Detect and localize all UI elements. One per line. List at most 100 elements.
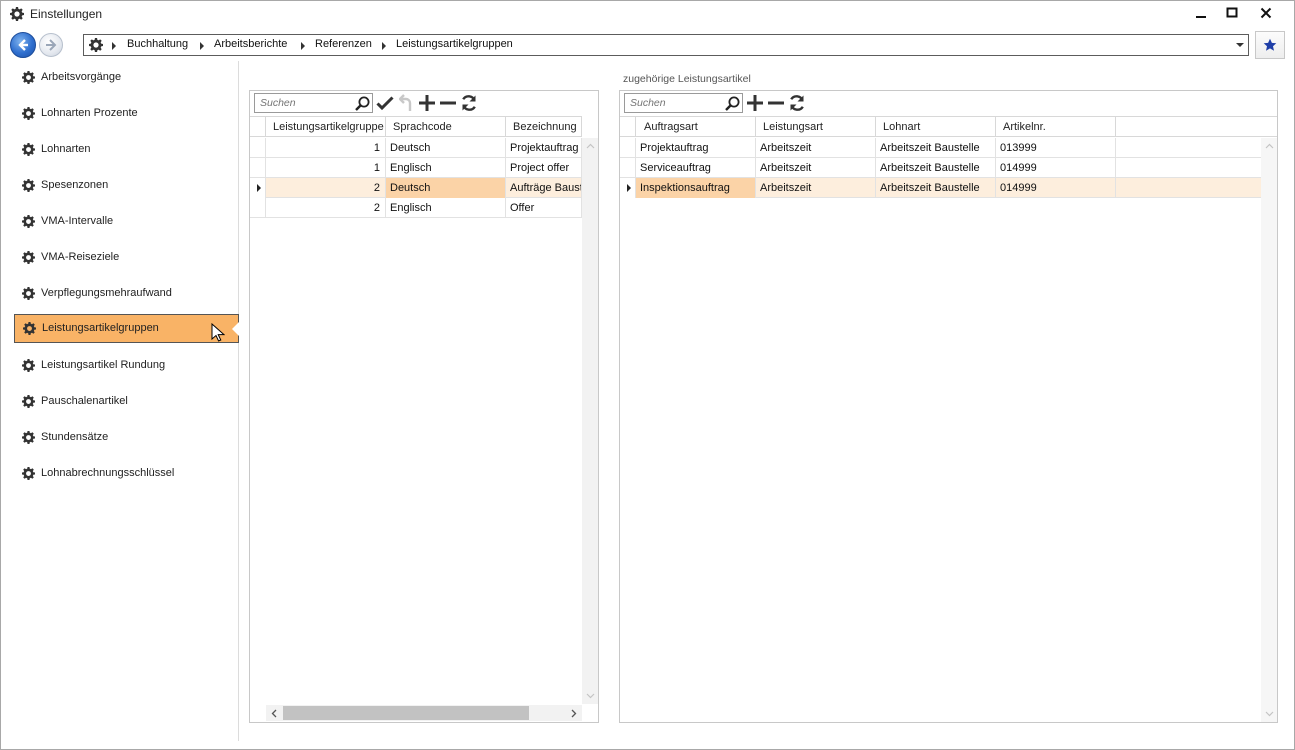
sidebar-item-verpflegungsmehraufwand[interactable]: Verpflegungsmehraufwand: [14, 279, 239, 308]
table-cell[interactable]: Arbeitszeit: [756, 158, 876, 178]
table-row[interactable]: 1 Englisch Project offer: [250, 158, 582, 178]
table-cell[interactable]: Arbeitszeit: [756, 178, 876, 198]
table-cell[interactable]: Serviceauftrag: [636, 158, 756, 178]
column-header[interactable]: Auftragsart: [636, 117, 756, 137]
forward-button[interactable]: [39, 33, 63, 57]
current-row-icon: [627, 184, 631, 192]
breadcrumb[interactable]: Buchhaltung Arbeitsberichte Referenzen L…: [83, 34, 1249, 56]
refresh-button[interactable]: [460, 94, 478, 112]
sidebar-item-stundensaetze[interactable]: Stundensätze: [14, 423, 239, 452]
table-row[interactable]: 1 Deutsch Projektauftrag: [250, 138, 582, 158]
scroll-down-button[interactable]: [582, 688, 598, 704]
column-header[interactable]: Lohnart: [876, 117, 996, 137]
table-row-selected[interactable]: 2 Deutsch Aufträge Baustelle: [250, 178, 582, 198]
sidebar-item-label: VMA-Reiseziele: [41, 251, 120, 263]
table-cell[interactable]: Arbeitszeit Baustelle: [876, 178, 996, 198]
back-button[interactable]: [10, 32, 36, 58]
undo-icon: [399, 94, 412, 111]
remove-button[interactable]: [767, 94, 785, 112]
scroll-up-button[interactable]: [1261, 138, 1277, 154]
sidebar-item-arbeitsvorgaenge[interactable]: Arbeitsvorgänge: [14, 63, 239, 92]
arrow-right-icon: [46, 39, 57, 51]
current-row-icon: [257, 184, 261, 192]
table-row[interactable]: Serviceauftrag Arbeitszeit Arbeitszeit B…: [620, 158, 1261, 178]
search-box[interactable]: [624, 93, 743, 113]
sidebar-item-leistungsartikelgruppen[interactable]: Leistungsartikelgruppen: [14, 314, 239, 343]
table-cell[interactable]: Projektauftrag: [506, 138, 582, 158]
gear-icon: [22, 107, 35, 120]
column-header[interactable]: Leistungsart: [756, 117, 876, 137]
column-header[interactable]: Leistungsartikelgruppe: [266, 117, 386, 137]
table-cell[interactable]: 1: [266, 138, 386, 158]
scrollbar-thumb[interactable]: [283, 706, 529, 720]
row-indicator: [250, 158, 266, 178]
breadcrumb-item[interactable]: Buchhaltung: [127, 38, 188, 50]
table-cell[interactable]: Arbeitszeit Baustelle: [876, 158, 996, 178]
table-cell[interactable]: 2: [266, 198, 386, 218]
row-indicator: [620, 138, 636, 158]
sidebar-item-lohnabrechnungsschluessel[interactable]: Lohnabrechnungsschlüssel: [14, 459, 239, 488]
column-header[interactable]: Sprachcode: [386, 117, 506, 137]
table-cell[interactable]: 014999: [996, 158, 1116, 178]
close-icon: [1260, 7, 1272, 19]
table-cell[interactable]: 014999: [996, 178, 1116, 198]
sidebar-item-lohnarten[interactable]: Lohnarten: [14, 135, 239, 164]
table-cell-focused[interactable]: Inspektionsauftrag: [636, 178, 756, 198]
table-cell[interactable]: Aufträge Baustelle: [506, 178, 582, 198]
search-icon[interactable]: [724, 95, 741, 112]
sidebar-item-label: Stundensätze: [41, 431, 109, 443]
table-row[interactable]: Projektauftrag Arbeitszeit Arbeitszeit B…: [620, 138, 1261, 158]
close-button[interactable]: [1251, 3, 1281, 23]
horizontal-scrollbar[interactable]: [266, 705, 582, 721]
sidebar-item-vma-intervalle[interactable]: VMA-Intervalle: [14, 207, 239, 236]
table-cell[interactable]: Deutsch: [386, 138, 506, 158]
remove-button[interactable]: [439, 94, 457, 112]
table-cell[interactable]: 013999: [996, 138, 1116, 158]
scroll-up-button[interactable]: [582, 138, 598, 154]
table-cell[interactable]: Offer: [506, 198, 582, 218]
table-header: Leistungsartikelgruppe Sprachcode Bezeic…: [250, 116, 582, 137]
table-cell[interactable]: Englisch: [386, 198, 506, 218]
scroll-left-button[interactable]: [266, 705, 282, 721]
vertical-scrollbar[interactable]: [1261, 138, 1277, 722]
table-cell[interactable]: Projektauftrag: [636, 138, 756, 158]
chevron-right-icon: [301, 42, 305, 50]
sidebar-item-lohnarten-prozente[interactable]: Lohnarten Prozente: [14, 99, 239, 128]
search-input[interactable]: [625, 94, 725, 112]
chevron-down-icon[interactable]: [1236, 43, 1244, 47]
scroll-right-button[interactable]: [566, 705, 582, 721]
breadcrumb-item[interactable]: Arbeitsberichte: [214, 38, 287, 50]
window-title: Einstellungen: [30, 7, 103, 21]
sidebar-item-leistungsartikel-rundung[interactable]: Leistungsartikel Rundung: [14, 351, 239, 380]
sidebar-item-vma-reiseziele[interactable]: VMA-Reiseziele: [14, 243, 239, 272]
column-header[interactable]: Artikelnr.: [996, 117, 1116, 137]
table-row-selected[interactable]: Inspektionsauftrag Arbeitszeit Arbeitsze…: [620, 178, 1261, 198]
breadcrumb-item[interactable]: Leistungsartikelgruppen: [396, 38, 513, 50]
undo-button[interactable]: [397, 94, 415, 112]
search-icon[interactable]: [354, 95, 371, 112]
search-box[interactable]: [254, 93, 373, 113]
scroll-down-button[interactable]: [1261, 706, 1277, 722]
table-cell[interactable]: Arbeitszeit Baustelle: [876, 138, 996, 158]
table-cell-focused[interactable]: Deutsch: [386, 178, 506, 198]
favorite-button[interactable]: [1255, 31, 1285, 59]
minimize-button[interactable]: [1186, 3, 1216, 23]
table-row[interactable]: 2 Englisch Offer: [250, 198, 582, 218]
sidebar-item-pauschalenartikel[interactable]: Pauschalenartikel: [14, 387, 239, 416]
table-cell[interactable]: Project offer: [506, 158, 582, 178]
table-cell[interactable]: 2: [266, 178, 386, 198]
column-header[interactable]: Bezeichnung: [506, 117, 582, 137]
table-cell[interactable]: Arbeitszeit: [756, 138, 876, 158]
search-input[interactable]: [255, 94, 355, 112]
refresh-button[interactable]: [788, 94, 806, 112]
vertical-scrollbar[interactable]: [582, 138, 598, 704]
sidebar-item-spesenzonen[interactable]: Spesenzonen: [14, 171, 239, 200]
table-cell[interactable]: Englisch: [386, 158, 506, 178]
maximize-button[interactable]: [1217, 3, 1247, 23]
save-button[interactable]: [376, 94, 394, 112]
breadcrumb-item[interactable]: Referenzen: [315, 38, 372, 50]
chevron-right-icon: [112, 42, 116, 50]
add-button[interactable]: [746, 94, 764, 112]
table-cell[interactable]: 1: [266, 158, 386, 178]
add-button[interactable]: [418, 94, 436, 112]
